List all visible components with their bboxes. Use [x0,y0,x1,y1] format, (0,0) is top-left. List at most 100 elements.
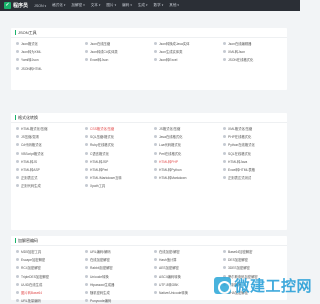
nav-item[interactable]: 加解密▾ [71,3,84,8]
tool-link[interactable]: CSS格式化/压缩 [85,125,114,132]
site-logo[interactable]: ✓ 程序员 [4,2,28,9]
tool-link[interactable]: VBScript格式化 [16,150,44,157]
tool-link[interactable]: Json转成C#实体类 [85,48,118,55]
tool-label: Yaml转Json [21,57,39,62]
nav-item[interactable]: 生成▾ [138,3,148,8]
tool-link[interactable]: JSON转HTML [16,65,42,72]
tool-link[interactable]: UUID在线生成 [16,281,42,288]
tool-link[interactable]: Lua代码格式化 [154,141,181,148]
tool-link[interactable]: Excel转Json [85,56,108,63]
tool-link[interactable]: HTML转Java [223,158,247,165]
tool-icon [85,283,88,286]
tool-link[interactable]: Native/Unicode转换 [154,289,188,296]
tool-icon [85,135,88,138]
tool-link[interactable]: HTML转ASP [16,166,40,173]
tool-link[interactable]: Xpath工具 [85,182,105,189]
tool-link[interactable]: 正则代码生成 [16,182,41,189]
tool-icon [223,250,226,253]
tool-link[interactable]: HTML转JS [16,158,37,165]
tool-link[interactable]: JSON在线格式化 [223,56,253,63]
tool-link[interactable]: Java在线格式化 [154,133,182,140]
tool-link[interactable]: Json格式化 [16,40,38,47]
tool-link[interactable]: ASCII编码转换 [154,273,181,280]
tool-link[interactable]: Hash值计算 [154,256,177,263]
nav-item[interactable]: 格式化▾ [52,3,65,8]
tool-link[interactable]: 正则表达式 [16,174,37,181]
tool-link[interactable]: SQL压缩/格式化 [85,133,114,140]
tool-link[interactable]: XML格式化/压缩 [223,125,252,132]
tool-link[interactable]: SQL在线格式化 [223,150,251,157]
nav-item[interactable]: 文本▾ [91,3,101,8]
nav-item[interactable]: JSON▾ [34,4,46,8]
tool-icon [154,58,157,61]
tool-link[interactable]: HTML转Markdown [154,174,186,181]
tool-link[interactable]: Json生成实体类 [154,48,182,55]
tool-icon [16,250,19,253]
tool-link[interactable]: HTML/Markdown互转 [85,174,122,181]
tool-label: Xpath工具 [90,183,105,188]
tool-link[interactable]: Json转换成Java实体 [154,40,189,47]
tool-link[interactable]: 随机密码生成 [85,289,110,296]
tool-link[interactable]: Punycode编码 [85,297,111,304]
nav-item-label: 格式化 [52,3,63,7]
tool-link[interactable]: DES加密解密 [223,256,248,263]
tool-link[interactable]: MD5加密工具 [16,248,41,255]
tool-link[interactable]: Escape加密解密 [16,256,45,263]
nav-item[interactable]: 图片▾ [106,3,116,8]
tool-link[interactable]: URL批量编码 [16,297,41,304]
tool-link[interactable]: 在线加密/解密 [154,248,180,255]
tool-link[interactable]: RC4加密解密 [16,264,41,271]
tool-link[interactable]: AES加密解密 [154,264,179,271]
tool-icon [223,168,226,171]
tool-label: C语言格式化 [90,151,109,156]
tool-icon [16,152,19,155]
nav-item[interactable]: 数学▾ [154,3,164,8]
tool-link[interactable]: HTML转Perl [85,166,108,173]
tool-link[interactable]: Htpasswd生成器 [85,281,114,288]
tool-icon [154,275,157,278]
tool-link[interactable]: Python在线格式化 [223,141,255,148]
tool-link[interactable]: Ruby在线格式化 [85,141,114,148]
tool-label: Lua代码格式化 [159,142,181,147]
tool-link[interactable]: JS格式化/压缩 [154,125,180,132]
nav-item[interactable]: 其他▾ [169,3,179,8]
tool-link[interactable]: 3DES加密解密 [223,264,250,271]
tool-link[interactable]: TripleDES加密解密 [16,273,49,280]
tool-link[interactable]: HTML转PHP [154,158,178,165]
tool-link[interactable]: Yaml转Json [16,56,39,63]
tool-link[interactable]: Json转为XML [16,48,41,55]
tool-link[interactable]: Unicode转换 [85,273,109,280]
tool-icon [16,67,19,70]
tool-link[interactable]: JS压缩/混淆 [16,133,39,140]
tool-link[interactable]: HTML格式化/压缩 [16,125,47,132]
tool-link[interactable]: C#代码格式化 [16,141,42,148]
tool-icon [85,160,88,163]
tool-link[interactable]: C语言格式化 [85,150,109,157]
chevron-down-icon: ▾ [115,3,117,7]
tool-link[interactable]: XML转Json [223,48,245,55]
tool-link[interactable]: URL编码/解码 [85,248,111,255]
tool-link[interactable]: HTML转JSP [85,158,108,165]
tool-icon [154,50,157,53]
tool-link[interactable]: 正则表达式测试 [223,174,251,181]
tool-label: Python在线格式化 [228,142,255,147]
chevron-down-icon: ▾ [45,4,47,8]
tool-icon [85,152,88,155]
tool-link[interactable]: Excel转HTML表格 [223,166,255,173]
tool-label: Unicode转换 [90,274,109,279]
tool-link[interactable]: Json转Excel [154,56,177,63]
tool-link[interactable]: Perl在线格式化 [154,150,181,157]
tool-link[interactable]: Rabbit加密解密 [85,264,113,271]
tool-link[interactable]: HTML转Python [154,166,182,173]
tool-link[interactable]: PHP在线格式化 [223,133,251,140]
tool-icon [16,184,19,187]
tool-link[interactable]: Json在线编辑器 [223,40,251,47]
tool-link[interactable]: Base64加密解密 [223,248,252,255]
logo-icon: ✓ [4,2,11,9]
tool-link[interactable]: Json在线压缩 [85,40,110,47]
tool-link[interactable]: UTF-8转GBK [154,281,179,288]
nav-item[interactable]: 编码▾ [122,3,132,8]
tool-label: ASCII编码转换 [159,274,181,279]
tool-link[interactable]: 图片转Base64 [16,289,42,296]
tool-link[interactable]: 在线加密解密 [85,256,110,263]
